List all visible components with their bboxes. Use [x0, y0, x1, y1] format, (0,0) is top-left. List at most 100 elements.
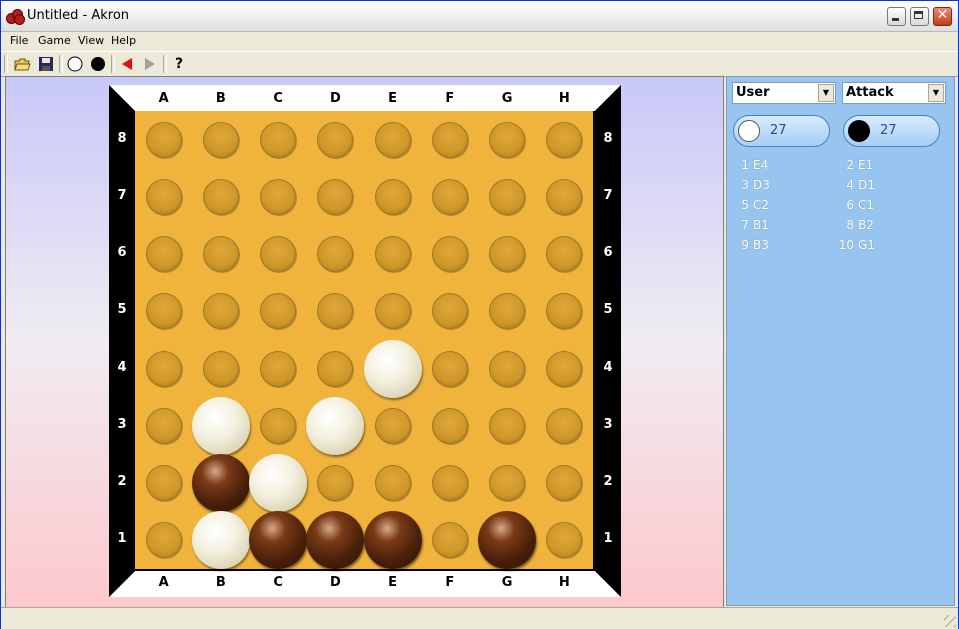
hole-c3[interactable] — [260, 407, 297, 444]
app-icon — [6, 9, 25, 25]
white-stone-icon[interactable] — [66, 55, 84, 73]
move-entry: 10 G1 — [836, 238, 875, 252]
hole-h3[interactable] — [546, 407, 583, 444]
hole-c5[interactable] — [260, 293, 297, 330]
hole-b5[interactable] — [202, 293, 239, 330]
black-stone-b2 — [191, 454, 250, 513]
hole-e7[interactable] — [374, 178, 411, 215]
hole-c7[interactable] — [260, 178, 297, 215]
game-board: A A B B C C D D E E F F G G H H 8 8 7 7 6 6 5 5 4 4 3 3 2 2 1 1 — [109, 85, 621, 597]
hole-g3[interactable] — [489, 407, 526, 444]
menu-file[interactable]: File — [10, 34, 28, 47]
hole-f4[interactable] — [431, 350, 468, 387]
black-stone-d1 — [306, 511, 365, 570]
hole-a8[interactable] — [145, 121, 182, 158]
open-folder-icon[interactable] — [13, 55, 31, 73]
white-stone-icon — [738, 120, 760, 142]
menu-game[interactable]: Game — [38, 34, 71, 47]
undo-arrow-icon[interactable] — [118, 55, 136, 73]
hole-e6[interactable] — [374, 236, 411, 273]
white-stone-c2 — [249, 454, 308, 513]
hole-d2[interactable] — [317, 465, 354, 502]
hole-d8[interactable] — [317, 121, 354, 158]
hole-a5[interactable] — [145, 293, 182, 330]
hole-f8[interactable] — [431, 121, 468, 158]
menu-help[interactable]: Help — [111, 34, 136, 47]
right-row-label-1: 1 — [603, 531, 613, 547]
toolbar-separator — [111, 55, 115, 73]
hole-b7[interactable] — [202, 178, 239, 215]
hole-g6[interactable] — [489, 236, 526, 273]
hole-h1[interactable] — [546, 522, 583, 559]
hole-a1[interactable] — [145, 522, 182, 559]
hole-a7[interactable] — [145, 178, 182, 215]
minimize-button[interactable] — [887, 7, 906, 26]
hole-a4[interactable] — [145, 350, 182, 387]
hole-e5[interactable] — [374, 293, 411, 330]
board-field[interactable] — [135, 111, 593, 570]
toolbar-separator — [163, 55, 167, 73]
hole-e8[interactable] — [374, 121, 411, 158]
white-stone-b3 — [191, 396, 250, 455]
hole-b4[interactable] — [202, 350, 239, 387]
app-window: Untitled - Akron ✕ File Game View Help ?… — [0, 0, 959, 629]
save-disk-icon[interactable] — [37, 55, 55, 73]
resize-grip[interactable] — [944, 615, 956, 627]
hole-g5[interactable] — [489, 293, 526, 330]
hole-d4[interactable] — [317, 350, 354, 387]
help-icon[interactable]: ? — [170, 55, 188, 73]
move-number: 8 — [846, 218, 854, 232]
white-count: 27 — [770, 123, 787, 138]
hole-c6[interactable] — [260, 236, 297, 273]
close-button[interactable]: ✕ — [933, 7, 952, 26]
hole-a3[interactable] — [145, 407, 182, 444]
white-player-value: User — [736, 85, 770, 100]
hole-f6[interactable] — [431, 236, 468, 273]
title-bar[interactable]: Untitled - Akron ✕ — [1, 1, 958, 32]
hole-d6[interactable] — [317, 236, 354, 273]
hole-h2[interactable] — [546, 465, 583, 502]
hole-g4[interactable] — [489, 350, 526, 387]
maximize-button[interactable] — [910, 7, 929, 26]
hole-f2[interactable] — [431, 465, 468, 502]
bottom-col-label-a: A — [158, 575, 169, 590]
hole-f1[interactable] — [431, 522, 468, 559]
top-col-label-g: G — [501, 91, 513, 106]
hole-c4[interactable] — [260, 350, 297, 387]
move-number: 7 — [741, 218, 749, 232]
hole-f5[interactable] — [431, 293, 468, 330]
hole-b8[interactable] — [202, 121, 239, 158]
move-number: 4 — [846, 178, 854, 192]
hole-g2[interactable] — [489, 465, 526, 502]
hole-d7[interactable] — [317, 178, 354, 215]
hole-h4[interactable] — [546, 350, 583, 387]
redo-arrow-icon[interactable] — [141, 55, 159, 73]
left-row-label-8: 8 — [117, 130, 127, 146]
hole-h6[interactable] — [546, 236, 583, 273]
hole-b6[interactable] — [202, 236, 239, 273]
menu-view[interactable]: View — [78, 34, 104, 47]
chevron-down-icon[interactable]: ▼ — [928, 84, 944, 102]
black-stone-e1 — [363, 511, 422, 570]
hole-h5[interactable] — [546, 293, 583, 330]
hole-a6[interactable] — [145, 236, 182, 273]
hole-d5[interactable] — [317, 293, 354, 330]
hole-f3[interactable] — [431, 407, 468, 444]
menu-bar: File Game View Help — [1, 32, 958, 51]
black-player-select[interactable]: Attack ▼ — [842, 82, 946, 104]
hole-a2[interactable] — [145, 465, 182, 502]
hole-g8[interactable] — [489, 121, 526, 158]
chevron-down-icon[interactable]: ▼ — [818, 84, 834, 102]
white-player-select[interactable]: User ▼ — [732, 82, 836, 104]
hole-h7[interactable] — [546, 178, 583, 215]
hole-e2[interactable] — [374, 465, 411, 502]
move-number: 3 — [741, 178, 749, 192]
black-stone-icon[interactable] — [89, 55, 107, 73]
hole-f7[interactable] — [431, 178, 468, 215]
hole-c8[interactable] — [260, 121, 297, 158]
left-row-label-1: 1 — [117, 531, 127, 547]
hole-g7[interactable] — [489, 178, 526, 215]
hole-e3[interactable] — [374, 407, 411, 444]
hole-h8[interactable] — [546, 121, 583, 158]
left-row-label-7: 7 — [117, 187, 127, 203]
